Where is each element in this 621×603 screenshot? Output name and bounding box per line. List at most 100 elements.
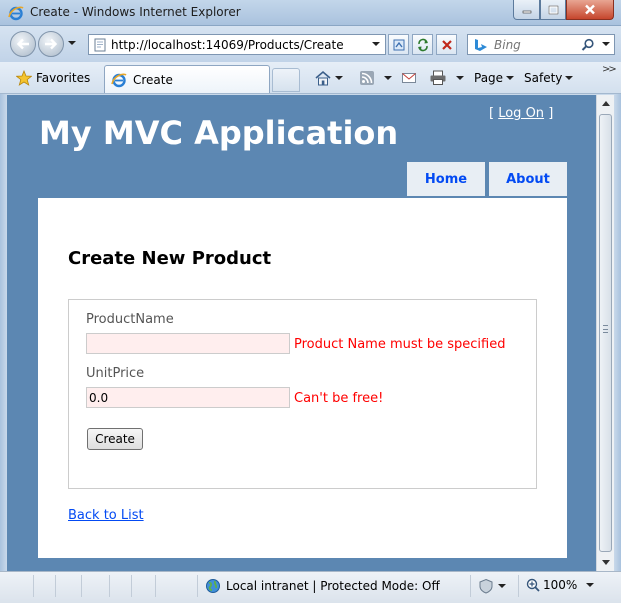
refresh-icon xyxy=(417,38,428,51)
forward-button[interactable] xyxy=(38,31,64,57)
search-input[interactable] xyxy=(494,36,574,53)
address-dropdown[interactable] xyxy=(372,42,380,46)
back-to-list-link[interactable]: Back to List xyxy=(68,508,144,523)
safety-menu[interactable]: Safety xyxy=(524,68,574,88)
home-button[interactable] xyxy=(314,68,343,88)
menu-item-home[interactable]: Home xyxy=(407,162,485,196)
maximize-icon xyxy=(548,5,558,14)
login-bracket-close: ] xyxy=(548,106,554,121)
toolbar-overflow-button[interactable]: >> xyxy=(602,64,617,75)
window-frame-right xyxy=(614,94,621,572)
window-title-bar: Create - Windows Internet Explorer xyxy=(0,0,621,26)
zoom-level: 100% xyxy=(543,578,578,592)
bing-logo-icon xyxy=(475,39,487,51)
home-dropdown[interactable] xyxy=(335,76,343,80)
status-cell xyxy=(132,575,156,597)
zoom-dropdown[interactable] xyxy=(586,583,594,587)
close-window-button[interactable] xyxy=(566,0,614,20)
page-menu-label: Page xyxy=(474,71,504,85)
back-arrow-icon xyxy=(16,38,29,50)
read-mail-button[interactable] xyxy=(401,68,417,88)
status-cell xyxy=(4,575,34,597)
create-button[interactable]: Create xyxy=(87,428,143,450)
page-icon xyxy=(94,38,106,52)
status-cell xyxy=(156,575,198,597)
site-title: My MVC Application xyxy=(39,114,399,152)
ie-logo-icon xyxy=(8,6,24,21)
status-divider xyxy=(518,575,519,597)
zoom-icon xyxy=(526,578,540,592)
login-display: [ Log On ] xyxy=(489,106,553,121)
print-button[interactable] xyxy=(429,68,464,88)
scroll-grip-icon xyxy=(603,325,608,333)
page-viewport: [ Log On ] My MVC Application Home About… xyxy=(7,95,596,571)
url-input[interactable] xyxy=(111,36,365,53)
product-fieldset: ProductName Product Name must be specifi… xyxy=(68,299,537,489)
unit-price-error: Can't be free! xyxy=(294,391,384,406)
zone-text: Local intranet | Protected Mode: Off xyxy=(226,579,440,593)
login-bracket-open: [ xyxy=(489,106,495,121)
window-title: Create - Windows Internet Explorer xyxy=(30,5,241,19)
status-bar: Local intranet | Protected Mode: Off 100… xyxy=(0,571,621,603)
protected-mode-dropdown[interactable] xyxy=(498,584,506,588)
print-dropdown[interactable] xyxy=(456,76,464,80)
rss-feed-icon xyxy=(360,71,374,85)
zoom-level-button[interactable]: 100% xyxy=(526,578,577,592)
maximize-button[interactable] xyxy=(540,0,566,20)
compatibility-view-button[interactable] xyxy=(388,34,409,55)
print-icon xyxy=(430,70,446,85)
globe-icon xyxy=(206,579,220,593)
scroll-down-arrow-icon xyxy=(601,560,610,565)
search-icon[interactable] xyxy=(581,38,595,52)
safety-menu-label: Safety xyxy=(524,71,563,85)
product-name-label: ProductName xyxy=(86,312,174,327)
security-zone[interactable]: Local intranet | Protected Mode: Off xyxy=(205,578,440,594)
search-box[interactable] xyxy=(467,34,615,55)
page-heading: Create New Product xyxy=(68,248,272,269)
menu-item-about[interactable]: About xyxy=(489,162,567,196)
status-divider xyxy=(470,575,471,597)
window-frame-left xyxy=(0,94,7,572)
log-on-link[interactable]: Log On xyxy=(498,106,544,121)
favorites-button[interactable]: Favorites xyxy=(10,67,96,89)
status-cell xyxy=(34,575,56,597)
compatibility-view-icon xyxy=(393,39,404,50)
protected-mode-button[interactable] xyxy=(478,578,506,594)
product-name-error: Product Name must be specified xyxy=(294,337,506,352)
scroll-up-arrow-icon xyxy=(601,101,610,106)
security-icon xyxy=(479,578,493,594)
status-cell xyxy=(56,575,82,597)
product-name-input[interactable] xyxy=(86,333,290,354)
favorites-bar: Favorites Create Page Safety >> xyxy=(0,62,621,94)
refresh-button[interactable] xyxy=(412,34,433,55)
scroll-up-button[interactable] xyxy=(597,95,614,112)
address-bar[interactable] xyxy=(88,34,386,55)
stop-button[interactable] xyxy=(436,34,457,55)
tab-create[interactable]: Create xyxy=(104,65,270,93)
minimize-icon xyxy=(522,10,531,13)
page-menu-caret xyxy=(506,76,515,80)
feeds-button[interactable] xyxy=(359,68,392,88)
back-button[interactable] xyxy=(10,31,36,57)
page-menu[interactable]: Page xyxy=(474,68,515,88)
read-mail-icon xyxy=(402,73,416,83)
feeds-dropdown[interactable] xyxy=(384,76,392,80)
status-cell xyxy=(110,575,132,597)
vertical-scrollbar[interactable] xyxy=(596,95,614,571)
minimize-button[interactable] xyxy=(513,0,540,20)
new-tab-button[interactable] xyxy=(272,68,300,92)
unit-price-input[interactable] xyxy=(86,387,290,408)
recent-pages-dropdown[interactable] xyxy=(68,41,76,45)
unit-price-label: UnitPrice xyxy=(86,366,145,381)
status-cell xyxy=(82,575,110,597)
scroll-thumb[interactable] xyxy=(599,114,612,552)
close-icon xyxy=(585,4,595,15)
ie-logo-icon xyxy=(111,72,127,87)
safety-menu-caret xyxy=(565,76,574,80)
scroll-down-button[interactable] xyxy=(597,554,614,571)
tab-title: Create xyxy=(133,72,173,87)
navigation-bar xyxy=(0,26,621,62)
favorites-star-icon xyxy=(16,70,32,86)
search-provider-dropdown[interactable] xyxy=(602,42,610,46)
stop-icon xyxy=(441,39,452,50)
